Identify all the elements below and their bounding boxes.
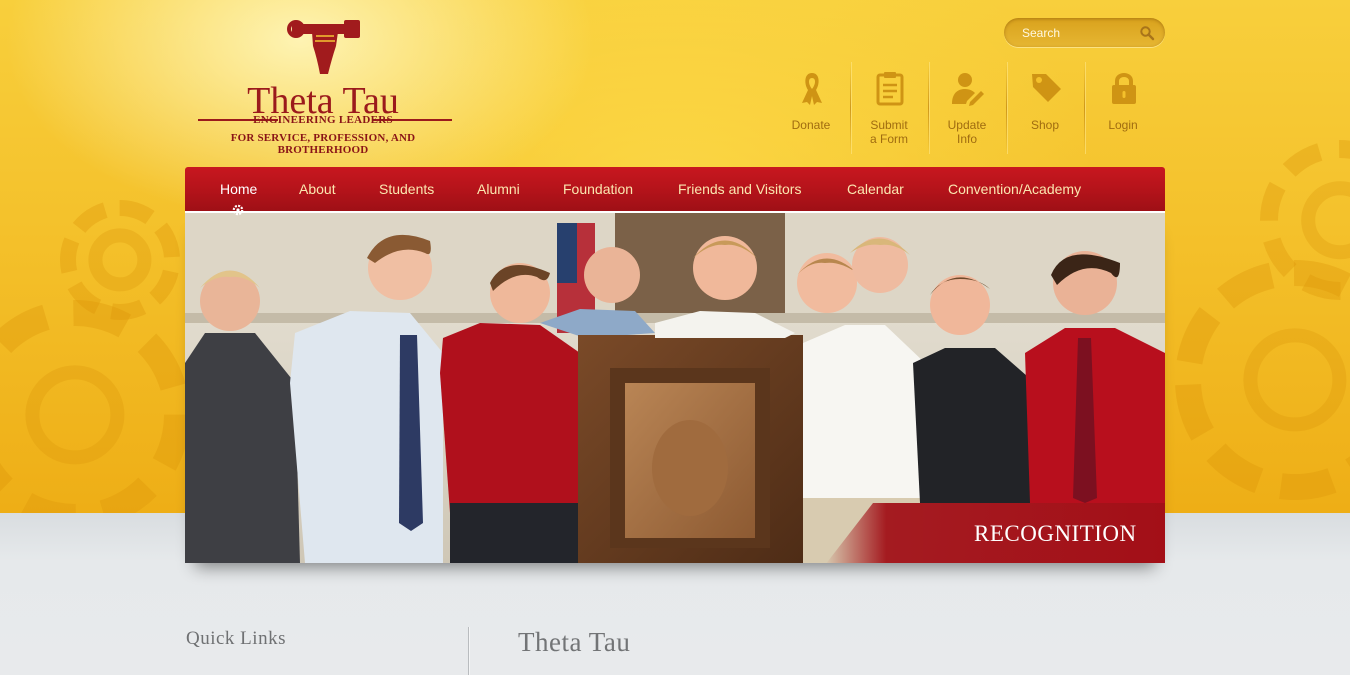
logo-tagline-2: FOR SERVICE, PROFESSION, AND BROTHERHOOD [230, 132, 416, 156]
nav-item-friends-and-visitors[interactable]: Friends and Visitors [678, 181, 801, 197]
submit-form-label: Submit a Form [869, 118, 908, 146]
nav-item-students[interactable]: Students [379, 181, 434, 197]
decorative-gear [60, 200, 180, 320]
nav-item-about[interactable]: About [299, 181, 336, 197]
search-icon[interactable] [1139, 25, 1155, 41]
user-edit-icon [952, 73, 984, 106]
shop-link[interactable]: Shop [1006, 62, 1084, 154]
quick-links-heading: Quick Links [186, 628, 286, 649]
tag-icon [1032, 74, 1061, 102]
login-link[interactable]: Login [1084, 62, 1162, 154]
main-heading: Theta Tau [518, 627, 631, 657]
nav-item-foundation[interactable]: Foundation [563, 181, 633, 197]
clipboard-icon [876, 72, 904, 106]
shop-label: Shop [1030, 118, 1060, 132]
update-info-link[interactable]: Update Info [928, 62, 1006, 154]
decorative-gear [0, 300, 190, 513]
slide-caption: RECOGNITION [974, 521, 1137, 546]
main-nav: Home About Students Alumni Foundation Fr… [185, 167, 1165, 211]
column-divider [468, 627, 469, 675]
ribbon-icon [802, 73, 822, 105]
submit-form-link[interactable]: Submit a Form [850, 62, 928, 154]
utility-links: Donate Submit a Form Update Info Shop Lo… [772, 62, 1162, 154]
hero-slider[interactable]: RECOGNITION [185, 211, 1165, 563]
nav-item-calendar[interactable]: Calendar [847, 181, 904, 197]
login-label: Login [1108, 118, 1138, 132]
gear-icon [232, 204, 244, 216]
lock-icon [1112, 73, 1136, 104]
nav-item-alumni[interactable]: Alumni [477, 181, 520, 197]
nav-item-convention-academy[interactable]: Convention/Academy [948, 181, 1081, 197]
site-logo[interactable]: Theta Tau ENGINEERING LEADERS FOR SERVIC… [186, 18, 460, 156]
donate-label: Donate [791, 118, 831, 132]
search-box [1004, 18, 1165, 47]
logo-tagline-1: ENGINEERING LEADERS [253, 114, 393, 126]
donate-link[interactable]: Donate [772, 62, 850, 154]
search-input[interactable] [1022, 24, 1132, 41]
nav-item-home[interactable]: Home [220, 181, 257, 197]
update-info-label: Update Info [947, 118, 987, 146]
hammer-fist-emblem-icon [287, 20, 360, 74]
